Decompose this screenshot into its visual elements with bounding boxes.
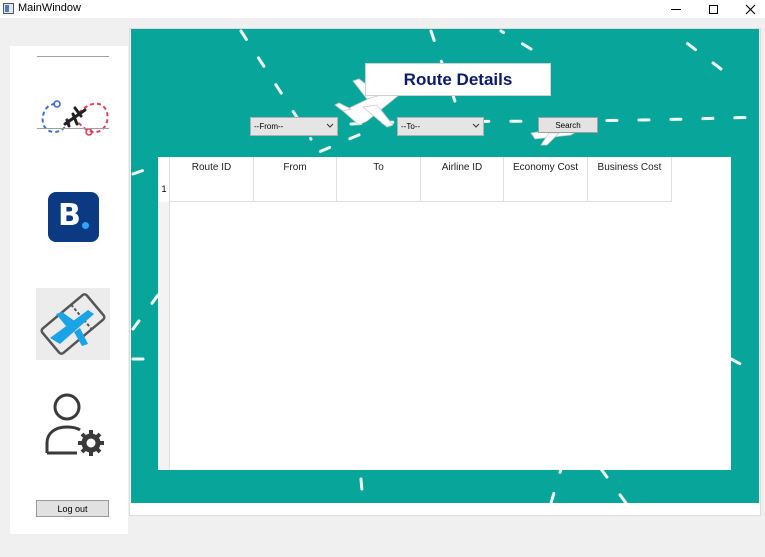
booking-b-glyph: B <box>58 198 81 233</box>
routes-table[interactable]: 1 Route ID From To Airline ID Economy Co… <box>158 157 731 470</box>
column-header-to[interactable]: To <box>337 157 421 202</box>
plane-ticket-icon[interactable] <box>36 288 110 360</box>
table-corner[interactable] <box>158 157 170 202</box>
window-title: MainWindow <box>18 2 81 14</box>
column-header-route-id[interactable]: Route ID <box>170 157 254 202</box>
column-header-business-cost[interactable]: Business Cost <box>588 157 672 202</box>
booking-dot <box>82 222 89 229</box>
app-window-icon <box>3 3 14 14</box>
row-header[interactable]: 1 <box>158 184 170 194</box>
close-icon <box>745 4 755 14</box>
page-title: Route Details <box>365 63 551 96</box>
sidebar-divider-bottom <box>37 128 109 129</box>
flight-route-logo-icon[interactable] <box>37 94 111 146</box>
sidebar: B Log out <box>10 46 128 534</box>
route-panel: Route Details --From-- --To-- Search 1 R… <box>131 29 759 503</box>
column-header-economy-cost[interactable]: Economy Cost <box>504 157 588 202</box>
maximize-button[interactable] <box>695 0 731 18</box>
booking-b-icon[interactable]: B <box>48 192 99 242</box>
search-button[interactable]: Search <box>538 117 598 133</box>
title-bar: MainWindow <box>0 0 765 18</box>
sidebar-divider-top <box>37 56 109 57</box>
close-button[interactable] <box>732 0 765 18</box>
logout-button[interactable]: Log out <box>36 500 109 517</box>
user-settings-icon[interactable] <box>43 391 107 459</box>
column-header-from[interactable]: From <box>254 157 337 202</box>
chevron-down-icon <box>326 119 334 135</box>
client-area: B Log out Route Details --From-- --To-- … <box>0 18 765 557</box>
main-window: MainWindow B Log out Route Details --Fro… <box>0 0 765 557</box>
to-select[interactable]: --To-- <box>397 117 484 136</box>
minimize-icon <box>671 8 681 10</box>
to-select-value: --To-- <box>401 122 421 131</box>
minimize-button[interactable] <box>658 0 694 18</box>
column-header-airline-id[interactable]: Airline ID <box>421 157 504 202</box>
from-select[interactable]: --From-- <box>250 117 338 136</box>
from-select-value: --From-- <box>254 122 284 131</box>
vertical-header <box>158 202 170 470</box>
maximize-icon <box>708 4 718 14</box>
chevron-down-icon <box>472 119 480 135</box>
